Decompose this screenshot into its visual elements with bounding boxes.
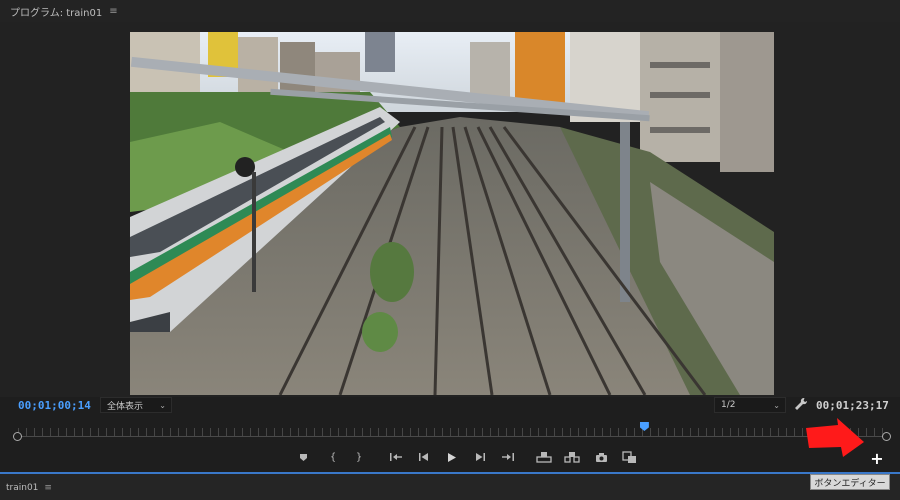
zoom-handle-left[interactable]: [13, 432, 22, 441]
comparison-view-icon[interactable]: [620, 448, 638, 466]
add-marker-icon[interactable]: [297, 448, 309, 466]
annotation-arrow-icon: [806, 418, 864, 457]
monitor-controls-row: 00;01;00;14 全体表示 ⌄ 1/2 ⌄ 00;01;23;17: [0, 397, 900, 417]
time-ruler[interactable]: [0, 420, 900, 442]
program-monitor: [0, 22, 900, 397]
chevron-down-icon: ⌄: [773, 400, 780, 410]
ruler-baseline: [18, 436, 888, 437]
settings-wrench-icon[interactable]: [794, 397, 808, 413]
mark-out-icon[interactable]: }: [353, 448, 365, 466]
panel-title[interactable]: プログラム: train01: [10, 4, 102, 19]
current-timecode[interactable]: 00;01;00;14: [18, 399, 91, 412]
playback-resolution-select[interactable]: 1/2 ⌄: [714, 397, 786, 413]
lift-icon[interactable]: [535, 448, 553, 466]
mark-in-icon[interactable]: {: [327, 448, 339, 466]
zoom-level-select[interactable]: 全体表示 ⌄: [100, 397, 172, 413]
timeline-tab-label: train01: [6, 483, 39, 493]
step-back-icon[interactable]: [416, 448, 430, 466]
chevron-down-icon: ⌄: [159, 400, 166, 410]
step-forward-icon[interactable]: [473, 448, 487, 466]
timeline-tab[interactable]: train01 ≡: [6, 483, 52, 493]
go-to-in-icon[interactable]: [388, 448, 404, 466]
button-editor-tooltip: ボタンエディター: [810, 474, 890, 490]
ruler-ticks: [18, 428, 888, 436]
panel-menu-icon[interactable]: ≡: [109, 6, 117, 17]
playback-resolution-value: 1/2: [721, 400, 736, 410]
program-monitor-header: プログラム: train01 ≡: [0, 0, 900, 22]
transport-controls: { }: [0, 448, 900, 468]
button-editor-plus-button[interactable]: +: [870, 451, 884, 467]
extract-icon[interactable]: [563, 448, 581, 466]
play-icon[interactable]: [444, 448, 458, 466]
duration-timecode: 00;01;23;17: [816, 399, 889, 412]
timeline-panel-header: train01 ≡ ボタンエディター: [0, 474, 900, 500]
panel-menu-icon[interactable]: ≡: [44, 483, 52, 493]
zoom-level-value: 全体表示: [107, 401, 144, 412]
train-footage-image: [130, 32, 774, 395]
video-preview[interactable]: [130, 32, 774, 395]
go-to-out-icon[interactable]: [500, 448, 516, 466]
export-frame-icon[interactable]: [593, 448, 609, 466]
zoom-handle-right[interactable]: [882, 432, 891, 441]
